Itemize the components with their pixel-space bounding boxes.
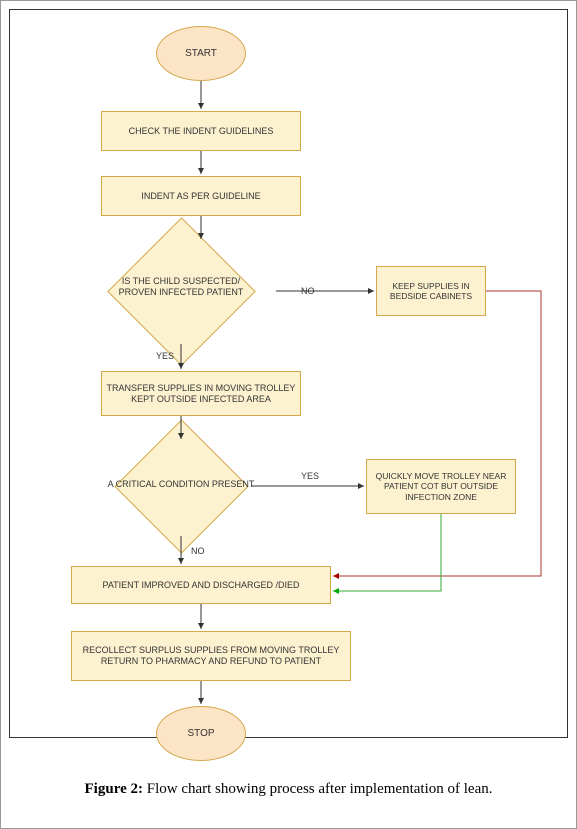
label-no1: NO: [301, 286, 315, 296]
node-improved: PATIENT IMPROVED AND DISCHARGED /DIED: [71, 566, 331, 604]
node-check: CHECK THE INDENT GUIDELINES: [101, 111, 301, 151]
label-no2: NO: [191, 546, 205, 556]
node-recollect: RECOLLECT SURPLUS SUPPLIES FROM MOVING T…: [71, 631, 351, 681]
flowchart-container: START CHECK THE INDENT GUIDELINES INDENT…: [0, 0, 577, 829]
node-stop: STOP: [156, 706, 246, 761]
caption-label: Figure 2:: [85, 781, 143, 797]
label-yes1: YES: [156, 351, 174, 361]
node-indent: INDENT AS PER GUIDELINE: [101, 176, 301, 216]
node-transfer: TRANSFER SUPPLIES IN MOVING TROLLEY KEPT…: [101, 371, 301, 416]
node-keep: KEEP SUPPLIES IN BEDSIDE CABINETS: [376, 266, 486, 316]
caption-text: Flow chart showing process after impleme…: [143, 781, 493, 797]
label-yes2: YES: [301, 471, 319, 481]
node-start: START: [156, 26, 246, 81]
node-quickly: QUICKLY MOVE TROLLEY NEAR PATIENT COT BU…: [366, 459, 516, 514]
figure-caption: Figure 2: Flow chart showing process aft…: [1, 781, 576, 798]
